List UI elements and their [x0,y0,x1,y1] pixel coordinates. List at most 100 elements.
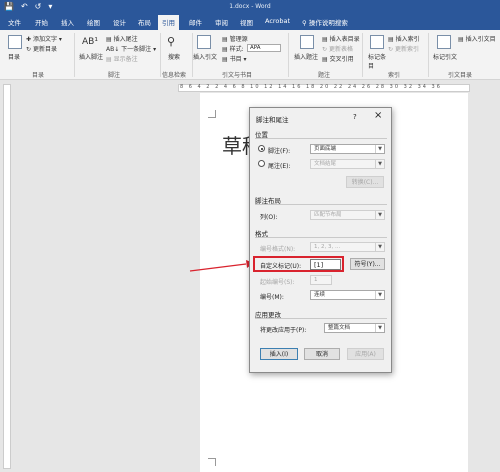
tab-acrobat[interactable]: Acrobat [265,17,290,25]
apply-to-label: 将更改应用于(P): [260,327,307,334]
update-index-button[interactable]: ↻ 更新索引 [388,44,419,53]
footnote-endnote-dialog: 脚注和尾注 ? × 位置 脚注(F): 页面底端 ▼ 尾注(E): 文档结尾 ▼ 转… [249,107,392,373]
show-notes-label: 显示备注 [113,56,138,63]
tab-draw[interactable]: 绘图 [87,17,100,27]
close-button[interactable]: × [374,111,382,121]
section-divider [255,237,387,238]
bibliography-label: 书目 [229,56,242,63]
number-format-value: 1, 2, 3, ... [314,244,341,250]
section-divider [255,318,387,319]
endnote-position-select[interactable]: 文档结尾 ▼ [310,159,385,169]
insert-table-of-figures-button[interactable]: ▤ 插入表目录 [322,34,360,43]
numbering-select[interactable]: 连续 ▼ [310,290,385,300]
update-toc-label: 更新目录 [32,46,57,53]
manage-sources-label: 管理源 [229,36,248,43]
insert-toa-label: 插入引文目 [465,36,496,43]
insert-button[interactable]: 插入(I) [260,348,298,360]
start-at-label: 起始编号(S): [260,279,295,286]
update-table-button[interactable]: ↻ 更新表格 [322,44,353,53]
columns-select[interactable]: 匹配节布局 ▼ [310,210,385,220]
tab-layout[interactable]: 布局 [138,17,151,27]
endnote-label: 尾注(E): [268,163,291,170]
next-footnote-button[interactable]: AB↓ 下一条脚注 ▾ [106,44,156,53]
table-of-contents-icon[interactable] [8,35,22,49]
insert-index-button[interactable]: ▤ 插入索引 [388,34,420,43]
group-label-footnotes: 脚注 [108,72,121,79]
apply-button[interactable]: 应用(A) [347,348,384,360]
tab-mailings[interactable]: 邮件 [189,17,202,27]
tab-view[interactable]: 视图 [240,17,253,27]
group-label-citations: 引文与书目 [222,72,253,79]
vertical-ruler[interactable] [3,84,11,469]
search-icon[interactable]: ⚲ [167,35,175,48]
bibliography-button[interactable]: ▤ 书目 ▾ [222,54,247,63]
cross-reference-button[interactable]: ▤ 交叉引用 [322,54,354,63]
footnote-position-select[interactable]: 页面底端 ▼ [310,144,385,154]
tab-design[interactable]: 设计 [113,17,126,27]
search-button[interactable]: 搜索 [168,52,180,61]
style-label: ▤ 样式: [222,46,244,53]
cancel-button[interactable]: 取消 [304,348,340,360]
insert-index-label: 插入索引 [395,36,420,43]
manage-sources-button[interactable]: ▤ 管理源 [222,34,248,43]
tab-insert[interactable]: 插入 [61,17,74,27]
tell-me-search[interactable]: ⚲ 操作说明搜索 [302,17,348,27]
ribbon-separator [362,33,363,77]
number-format-select[interactable]: 1, 2, 3, ... ▼ [310,242,385,252]
start-at-spinner[interactable]: 1 [310,275,332,285]
tab-file[interactable]: 文件 [8,17,21,27]
ribbon-references: 目录 ✚ 添加文字 ▾ ↻ 更新目录 目录 AB¹ 插入脚注 ▤ 插入尾注 AB… [0,30,500,80]
insert-endnote-label: 插入尾注 [113,36,138,43]
insert-footnote-icon[interactable]: AB¹ [82,37,98,47]
section-divider [255,204,387,205]
endnote-radio[interactable] [258,160,265,167]
annotation-arrow [189,260,254,272]
insert-caption-button[interactable]: 插入题注 [294,52,318,61]
footnote-position-value: 页面底端 [314,146,337,152]
crop-mark [208,458,216,466]
columns-value: 匹配节布局 [314,212,342,218]
add-text-button[interactable]: ✚ 添加文字 ▾ [26,34,62,43]
chevron-down-icon: ▼ [375,160,384,168]
apply-to-select[interactable]: 整篇文档 ▼ [324,323,385,333]
convert-button[interactable]: 转换(C)... [346,176,384,188]
cross-reference-label: 交叉引用 [329,56,354,63]
insert-footnote-button[interactable]: 插入脚注 [79,52,103,61]
toc-button-label[interactable]: 目录 [8,52,20,61]
mark-citation-icon[interactable] [437,35,451,49]
ribbon-separator [288,33,289,77]
group-label-index: 索引 [388,72,401,79]
citation-style-select[interactable]: APA [247,44,281,52]
window-title: 1.docx - Word [229,3,271,10]
show-notes-button[interactable]: ▤ 显示备注 [106,54,138,63]
help-button[interactable]: ? [353,113,357,121]
annotation-highlight-box [253,256,344,272]
symbol-button[interactable]: 符号(Y)... [350,258,385,270]
start-at-value: 1 [314,277,318,283]
chevron-down-icon: ▼ [375,145,384,153]
group-label-research: 信息检索 [162,72,187,79]
insert-toa-button[interactable]: ▤ 插入引文目 [458,34,496,43]
mark-entry-icon[interactable] [370,35,384,49]
insert-citation-button[interactable]: 插入引文 [193,52,217,61]
mark-citation-button[interactable]: 标记引文 [433,52,457,61]
numbering-value: 连续 [314,292,326,298]
update-index-label: 更新索引 [394,46,419,53]
mark-entry-button[interactable]: 标记条目 [368,52,388,70]
tab-home[interactable]: 开始 [35,17,48,27]
ribbon-tabs: 文件 开始 插入 绘图 设计 布局 引用 邮件 审阅 视图 Acrobat ⚲ … [0,14,500,30]
insert-citation-icon[interactable] [197,35,211,49]
add-text-label: 添加文字 [32,36,57,43]
next-footnote-label: 下一条脚注 [121,46,152,53]
tab-review[interactable]: 审阅 [215,17,228,27]
update-toc-button[interactable]: ↻ 更新目录 [26,44,57,53]
ruler-numbers: 8 6 4 2 2 4 6 8 10 12 14 16 18 20 22 24 … [180,84,442,90]
tab-references[interactable]: 引用 [158,15,179,30]
chevron-down-icon: ▼ [375,211,384,219]
insert-caption-icon[interactable] [300,35,314,49]
apply-to-value: 整篇文档 [328,325,351,331]
group-label-captions: 题注 [318,72,331,79]
footnote-radio[interactable] [258,145,265,152]
insert-endnote-button[interactable]: ▤ 插入尾注 [106,34,138,43]
section-divider [255,138,387,139]
